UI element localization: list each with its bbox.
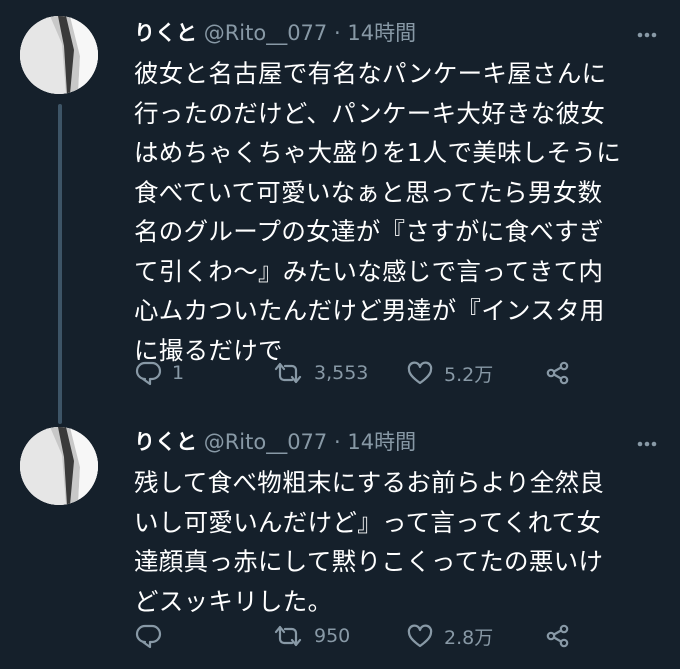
retweet-count: 950	[314, 625, 351, 647]
tweet-actions: 1 3,553 5.2万	[134, 358, 604, 388]
more-icon[interactable]	[636, 24, 658, 46]
tweet[interactable]: りくと @Rito__077 · 14時間 彼女と名古屋で有名なパンケーキ屋さん…	[0, 0, 680, 424]
share-button[interactable]	[544, 358, 572, 388]
retweet-icon	[272, 623, 304, 649]
like-button[interactable]: 5.2万	[406, 358, 493, 388]
reply-button[interactable]	[134, 621, 172, 651]
avatar[interactable]	[20, 16, 98, 94]
like-count: 2.8万	[444, 626, 494, 649]
tweet[interactable]: りくと @Rito__077 · 14時間 残して食べ物粗末にするお前らより全然…	[0, 405, 680, 669]
display-name[interactable]: りくと	[134, 430, 197, 454]
like-count: 5.2万	[444, 363, 494, 386]
reply-icon	[134, 360, 162, 386]
retweet-count: 3,553	[314, 362, 369, 384]
reply-count: 1	[172, 362, 185, 384]
share-icon	[544, 623, 572, 649]
more-icon[interactable]	[636, 433, 658, 455]
share-icon	[544, 360, 572, 386]
separator-dot: ·	[333, 21, 341, 45]
tweet-actions: 950 2.8万	[134, 621, 604, 651]
user-handle[interactable]: @Rito__077	[204, 430, 328, 454]
reply-icon	[134, 623, 162, 649]
timestamp[interactable]: 14時間	[347, 21, 416, 45]
separator-dot: ·	[333, 430, 341, 454]
share-button[interactable]	[544, 621, 572, 651]
avatar[interactable]	[20, 427, 98, 505]
tweet-text: 残して食べ物粗末にするお前らより全然良 いし可愛いんだけど』って言ってくれて女 …	[134, 468, 605, 616]
heart-icon	[406, 623, 434, 649]
tweet-header: りくと @Rito__077 · 14時間	[134, 18, 416, 48]
tweet-header: りくと @Rito__077 · 14時間	[134, 427, 416, 457]
timestamp[interactable]: 14時間	[347, 430, 416, 454]
thread-line	[58, 104, 62, 424]
retweet-button[interactable]: 3,553	[272, 358, 368, 388]
retweet-icon	[272, 360, 304, 386]
user-handle[interactable]: @Rito__077	[204, 21, 328, 45]
reply-button[interactable]: 1	[134, 358, 184, 388]
display-name[interactable]: りくと	[134, 21, 197, 45]
tweet-text: 彼女と名古屋で有名なパンケーキ屋さんに 行ったのだけど、パンケーキ大好きな彼女 …	[134, 59, 622, 365]
retweet-button[interactable]: 950	[272, 621, 350, 651]
like-button[interactable]: 2.8万	[406, 621, 493, 651]
heart-icon	[406, 360, 434, 386]
